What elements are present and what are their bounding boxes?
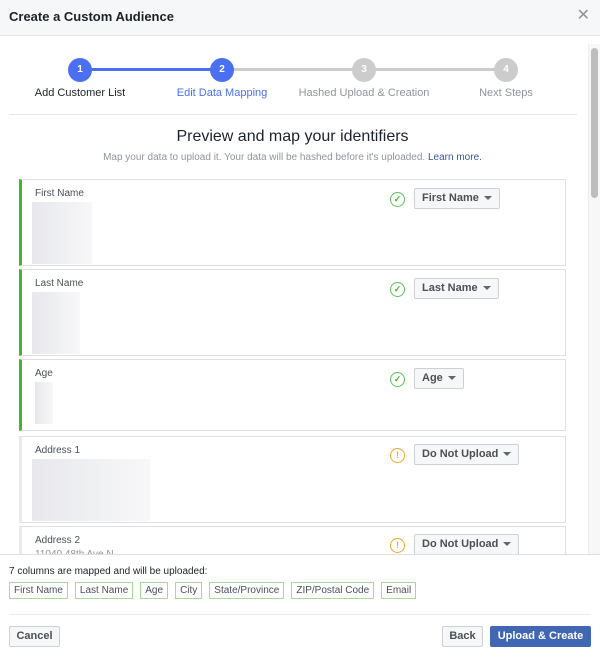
page-heading: Preview and map your identifiers [176,128,409,145]
step-4-circle: 4 [494,58,518,82]
caret-down-icon [447,376,456,381]
mapping-value: Do Not Upload [422,538,499,550]
caret-down-icon [483,196,492,201]
blurred-preview [32,292,80,354]
dialog-title: Create a Custom Audience [9,9,174,24]
mapped-tag: Email [381,582,417,599]
check-circle-icon: ✓ [390,192,405,207]
scrollbar-thumb[interactable] [591,48,598,198]
column-card-address-1: Address 1 ! Do Not Upload [19,436,566,523]
mapped-summary-text: 7 columns are mapped and will be uploade… [9,566,208,577]
step-connector-2-3 [222,68,364,71]
subheading-text: Map your data to upload it. Your data wi… [103,152,426,163]
blurred-preview [32,459,150,521]
check-circle-icon: ✓ [390,282,405,297]
caret-down-icon [482,286,491,291]
step-3-circle: 3 [352,58,376,82]
back-button[interactable]: Back [442,626,483,647]
blurred-preview [35,382,53,424]
mapping-dropdown[interactable]: Do Not Upload [414,444,520,465]
step-connector-1-2 [80,68,222,71]
mapped-tag: City [175,582,203,599]
step-connector-3-4 [364,68,506,71]
mapping-dropdown[interactable]: Last Name [414,278,499,299]
mapped-tag: State/Province [209,582,285,599]
mapped-tag: Age [140,582,169,599]
mapped-tag: First Name [9,582,68,599]
check-circle-icon: ✓ [390,372,405,387]
mapping-value: Age [422,372,443,384]
caret-down-icon [503,452,512,457]
mapping-value: Last Name [422,282,478,294]
column-name: Age [35,368,53,379]
caret-down-icon [503,542,512,547]
mapped-columns-tags: First Name Last Name Age City State/Prov… [9,582,417,599]
actions-divider [9,614,591,615]
mapping-dropdown[interactable]: Do Not Upload [414,534,520,555]
column-card-first-name: First Name ✓ First Name [19,179,566,266]
step-1-circle: 1 [68,58,92,82]
warning-circle-icon: ! [390,538,405,553]
step-1-label: Add Customer List [34,87,126,99]
column-name: Address 2 [35,535,81,546]
learn-more-link[interactable]: Learn more. [428,152,482,163]
step-2-label: Edit Data Mapping [176,87,268,99]
upload-create-button[interactable]: Upload & Create [490,626,591,647]
column-card-age: Age ✓ Age [19,359,566,431]
mapping-value: First Name [422,192,479,204]
column-name: First Name [35,188,84,199]
warning-circle-icon: ! [390,448,405,463]
mapped-tag: ZIP/Postal Code [291,582,375,599]
column-card-last-name: Last Name ✓ Last Name [19,269,566,356]
mapping-value: Do Not Upload [422,448,499,460]
page-subheading: Map your data to upload it. Your data wi… [0,152,585,163]
step-3-label: Hashed Upload & Creation [298,87,430,99]
step-2-circle: 2 [210,58,234,82]
step-4-label: Next Steps [479,87,533,99]
close-icon[interactable]: ✕ [577,8,590,24]
mapping-dropdown[interactable]: First Name [414,188,500,209]
dialog-header: Create a Custom Audience ✕ [0,0,600,36]
progress-stepper: 1 2 3 4 Add Customer List Edit Data Mapp… [0,56,585,106]
column-name: Address 1 [35,445,81,456]
mapping-dropdown[interactable]: Age [414,368,464,389]
mapped-tag: Last Name [74,582,134,599]
stepper-divider [9,114,577,115]
cancel-button[interactable]: Cancel [9,626,60,647]
column-name: Last Name [35,278,84,289]
blurred-preview [32,202,92,264]
